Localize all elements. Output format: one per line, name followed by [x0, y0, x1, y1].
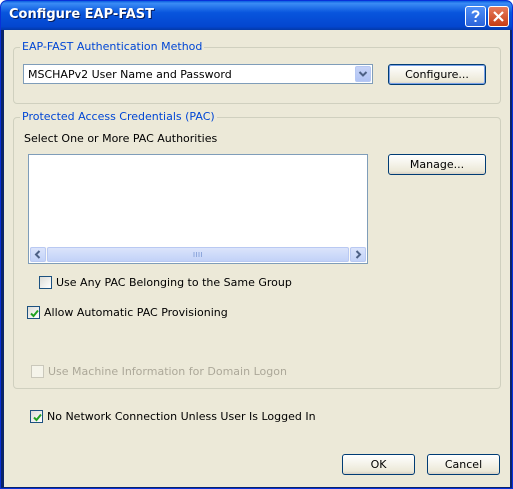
allow-auto-provisioning-checkbox-row[interactable]: Allow Automatic PAC Provisioning	[27, 306, 247, 320]
auth-method-group-label: EAP-FAST Authentication Method	[20, 40, 205, 53]
title-bar[interactable]: Configure EAP-FAST	[1, 1, 512, 30]
use-any-pac-checkbox[interactable]	[39, 276, 52, 289]
configure-button[interactable]: Configure...	[388, 64, 486, 85]
chevron-right-icon	[355, 250, 362, 259]
pac-group-label: Protected Access Credentials (PAC)	[20, 110, 217, 123]
checkmark-icon	[30, 309, 39, 318]
no-network-checkbox[interactable]	[30, 410, 43, 423]
close-button[interactable]	[488, 6, 509, 27]
no-network-label[interactable]: No Network Connection Unless User Is Log…	[47, 410, 316, 423]
chevron-down-icon	[358, 71, 368, 77]
dropdown-button[interactable]	[355, 66, 371, 82]
auth-method-value: MSCHAPv2 User Name and Password	[28, 68, 232, 81]
ok-button[interactable]: OK	[342, 454, 415, 475]
cancel-button[interactable]: Cancel	[427, 454, 500, 475]
scroll-thumb[interactable]	[47, 247, 349, 262]
grip-icon	[193, 252, 202, 257]
scroll-right-button[interactable]	[350, 247, 366, 262]
allow-auto-provisioning-checkbox[interactable]	[27, 306, 40, 319]
help-button[interactable]	[465, 6, 486, 27]
dialog-window: Configure EAP-FAST EAP-FAST Authenticati…	[0, 0, 513, 489]
machine-info-label: Use Machine Information for Domain Logon	[48, 365, 287, 378]
machine-info-checkbox	[31, 365, 44, 378]
no-network-checkbox-row[interactable]: No Network Connection Unless User Is Log…	[30, 410, 316, 424]
checkmark-icon	[33, 413, 42, 422]
use-any-pac-label[interactable]: Use Any PAC Belonging to the Same Group	[56, 276, 292, 289]
close-icon	[493, 11, 504, 22]
machine-info-checkbox-row: Use Machine Information for Domain Logon	[31, 365, 287, 379]
horizontal-scrollbar[interactable]	[30, 247, 366, 262]
allow-auto-provisioning-label[interactable]: Allow Automatic PAC Provisioning	[44, 306, 228, 319]
dialog-body: EAP-FAST Authentication Method MSCHAPv2 …	[4, 30, 510, 487]
use-any-pac-checkbox-row[interactable]: Use Any PAC Belonging to the Same Group	[39, 276, 299, 290]
scroll-left-button[interactable]	[30, 247, 46, 262]
manage-button[interactable]: Manage...	[388, 154, 486, 175]
auth-method-select[interactable]: MSCHAPv2 User Name and Password	[23, 64, 373, 84]
pac-authorities-list[interactable]	[28, 154, 368, 264]
chevron-left-icon	[34, 250, 41, 259]
help-icon	[471, 10, 480, 22]
pac-select-label: Select One or More PAC Authorities	[24, 132, 218, 145]
dialog-title: Configure EAP-FAST	[9, 7, 154, 22]
